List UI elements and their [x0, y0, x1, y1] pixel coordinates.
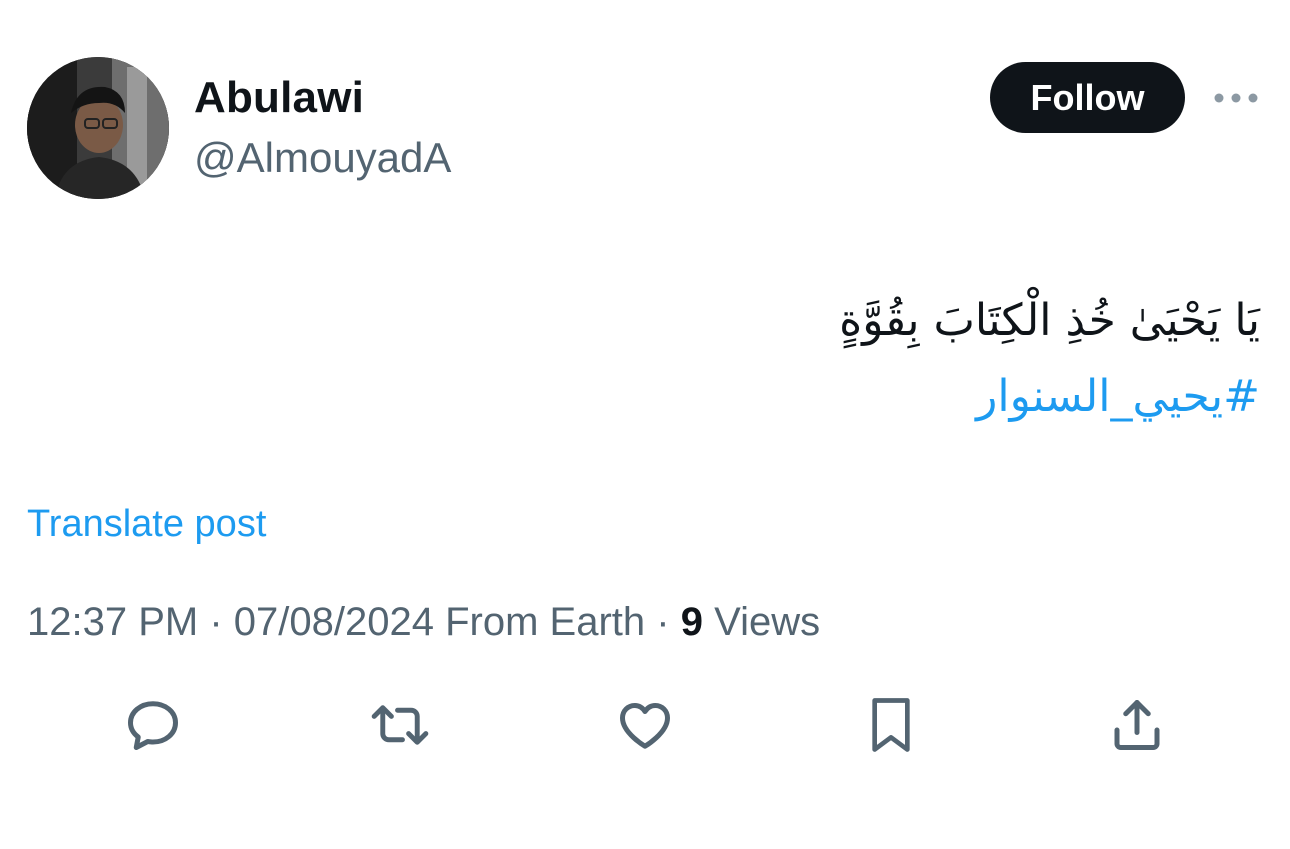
hashtag-link[interactable]: #يحيي_السنوار — [360, 359, 1260, 435]
tweet-meta: 12:37 PM · 07/08/2024 From Earth · 9 Vie… — [27, 597, 820, 647]
action-bar — [0, 690, 1290, 760]
translate-post-link[interactable]: Translate post — [27, 500, 266, 548]
share-icon[interactable] — [1102, 690, 1172, 760]
reply-icon[interactable] — [118, 690, 188, 760]
tweet-time[interactable]: 12:37 PM — [27, 600, 198, 644]
tweet-source: From Earth — [445, 600, 646, 644]
meta-separator: · — [656, 600, 670, 644]
tweet-body: يَا يَحْيَىٰ خُذِ الْكِتَابَ بِقُوَّةٍ #… — [360, 283, 1260, 435]
tweet-text: يَا يَحْيَىٰ خُذِ الْكِتَابَ بِقُوَّةٍ — [839, 295, 1260, 346]
author-handle[interactable]: @AlmouyadA — [194, 133, 451, 183]
avatar[interactable] — [27, 57, 169, 199]
more-horizontal-icon[interactable] — [1212, 84, 1260, 112]
views-label: Views — [714, 600, 821, 644]
views-count: 9 — [680, 600, 703, 644]
tweet-date[interactable]: 07/08/2024 — [234, 600, 434, 644]
repost-icon[interactable] — [365, 690, 435, 760]
like-icon[interactable] — [610, 690, 680, 760]
bookmark-icon[interactable] — [856, 690, 926, 760]
follow-button[interactable]: Follow — [990, 62, 1185, 133]
author-display-name[interactable]: Abulawi — [194, 72, 364, 124]
meta-separator: · — [209, 600, 223, 644]
